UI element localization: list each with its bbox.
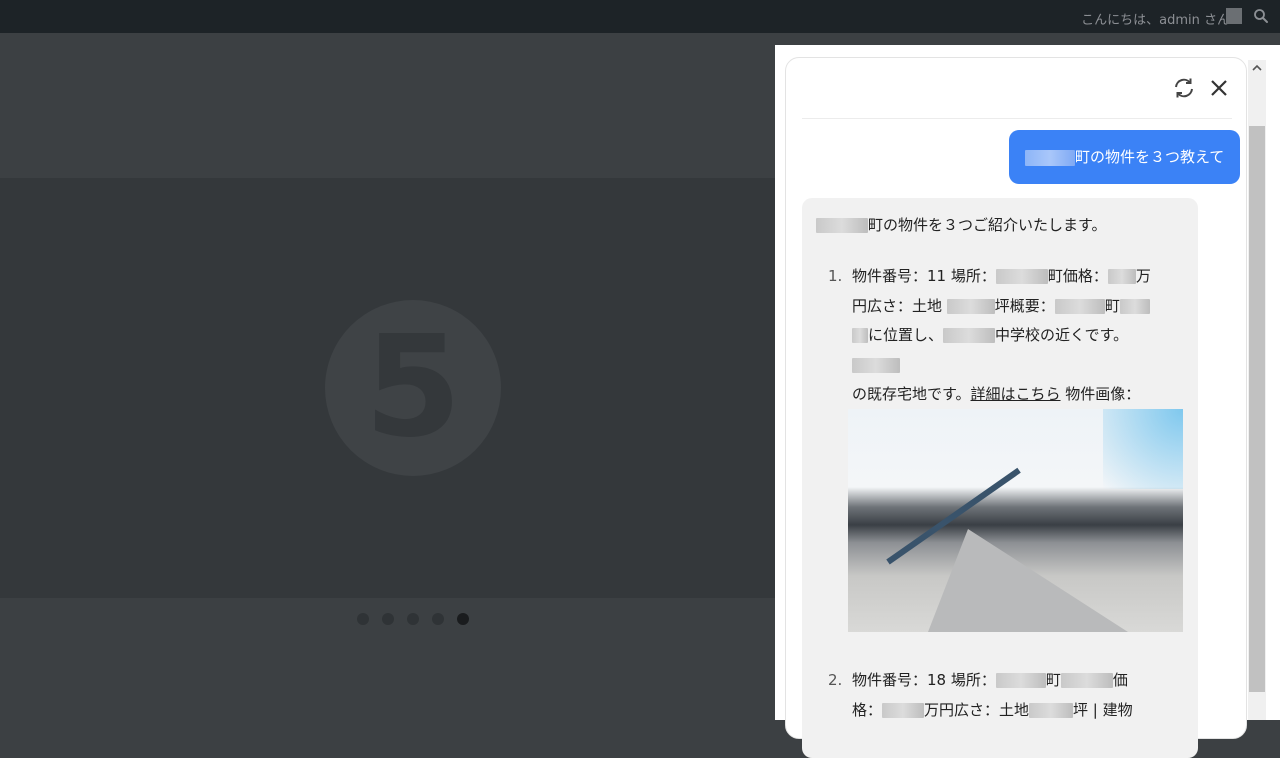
avatar[interactable] — [1226, 8, 1242, 24]
item-text: 町 — [1045, 671, 1061, 689]
image-sky — [1103, 409, 1183, 489]
item-text: 町 — [1104, 296, 1120, 315]
redacted-text — [1029, 702, 1074, 718]
item-text: 万 — [1135, 267, 1151, 285]
redacted-text — [1054, 298, 1105, 314]
redacted-text — [882, 702, 925, 718]
redacted-text — [1119, 298, 1150, 314]
item-text: 中学校の近くです。 — [995, 326, 1129, 344]
list-item-1: 1. 物件番号：11 場所： 町価格： 万 円広さ：土地 坪概要： 町 に位置し、 中学… — [828, 262, 1158, 410]
slider-dots — [357, 613, 469, 625]
property-image — [848, 409, 1183, 632]
redacted-text — [1025, 149, 1075, 166]
item-text: 格： — [852, 700, 883, 719]
redacted-text — [1107, 269, 1136, 284]
bot-intro-text: 町の物件を３つご紹介いたします。 — [868, 216, 1107, 234]
chat-header — [802, 58, 1232, 119]
details-link[interactable]: 詳細はこちら — [971, 385, 1061, 403]
close-icon[interactable] — [1207, 76, 1231, 100]
admin-greeting[interactable]: こんにちは、admin さん — [1081, 9, 1230, 28]
slider-dot-5-active[interactable] — [457, 613, 469, 625]
redacted-text — [852, 357, 900, 373]
item-text: の既存宅地です。 — [852, 385, 971, 403]
item-text: 物件画像： — [1060, 385, 1141, 403]
slider-dot-2[interactable] — [382, 613, 394, 625]
item-text: 坪 | 建物 — [1073, 700, 1133, 719]
slide-number: 5 — [364, 306, 462, 469]
list-number: 1. — [828, 267, 843, 285]
page-header-band — [0, 33, 775, 178]
item-text: 価 — [1112, 671, 1128, 689]
item-text: 物件番号：18 場所： — [852, 671, 996, 689]
item-text: 円広さ：土地 — [852, 296, 943, 315]
user-message-bubble: 町の物件を３つ教えて — [1009, 130, 1241, 184]
slider-dot-3[interactable] — [407, 613, 419, 625]
image-road — [928, 529, 1128, 632]
search-icon[interactable] — [1252, 7, 1270, 25]
item-text: 物件番号：11 場所： — [852, 267, 996, 285]
refresh-icon[interactable] — [1172, 76, 1196, 100]
bot-intro: 町の物件を３つご紹介いたします。 — [816, 214, 1107, 235]
redacted-text — [1060, 673, 1113, 688]
chat-panel: 町の物件を３つ教えて 町の物件を３つご紹介いたします。 1. 物件番号：11 場… — [775, 45, 1280, 758]
chat-card: 町の物件を３つ教えて 町の物件を３つご紹介いたします。 1. 物件番号：11 場… — [785, 57, 1247, 758]
scroll-up-icon[interactable] — [1251, 62, 1263, 74]
redacted-text — [816, 218, 868, 233]
chat-scrollbar[interactable] — [1248, 60, 1266, 720]
user-message-text: 町の物件を３つ教えて — [1075, 148, 1225, 166]
redacted-text — [995, 269, 1048, 284]
item-text: 万円広さ：土地 — [924, 700, 1030, 719]
item-text: 町価格： — [1047, 267, 1108, 285]
slider-dot-4[interactable] — [432, 613, 444, 625]
admin-bar: こんにちは、admin さん — [0, 0, 1280, 33]
redacted-text — [946, 298, 995, 314]
scrollbar-thumb[interactable] — [1249, 126, 1265, 692]
redacted-text — [943, 328, 996, 343]
item-text: 坪概要： — [994, 296, 1055, 315]
redacted-text — [995, 673, 1046, 688]
item-text: に位置し、 — [868, 326, 944, 344]
bot-message-bubble: 町の物件を３つご紹介いたします。 1. 物件番号：11 場所： 町価格：万 円広さ… — [802, 198, 1198, 758]
redacted-text — [852, 328, 868, 343]
slider-dot-1[interactable] — [357, 613, 369, 625]
list-item-2: 2. 物件番号：18 場所： 町 価 格： 万円広さ：土地 坪 | 建物 — [828, 666, 1158, 725]
list-number: 2. — [828, 671, 843, 689]
